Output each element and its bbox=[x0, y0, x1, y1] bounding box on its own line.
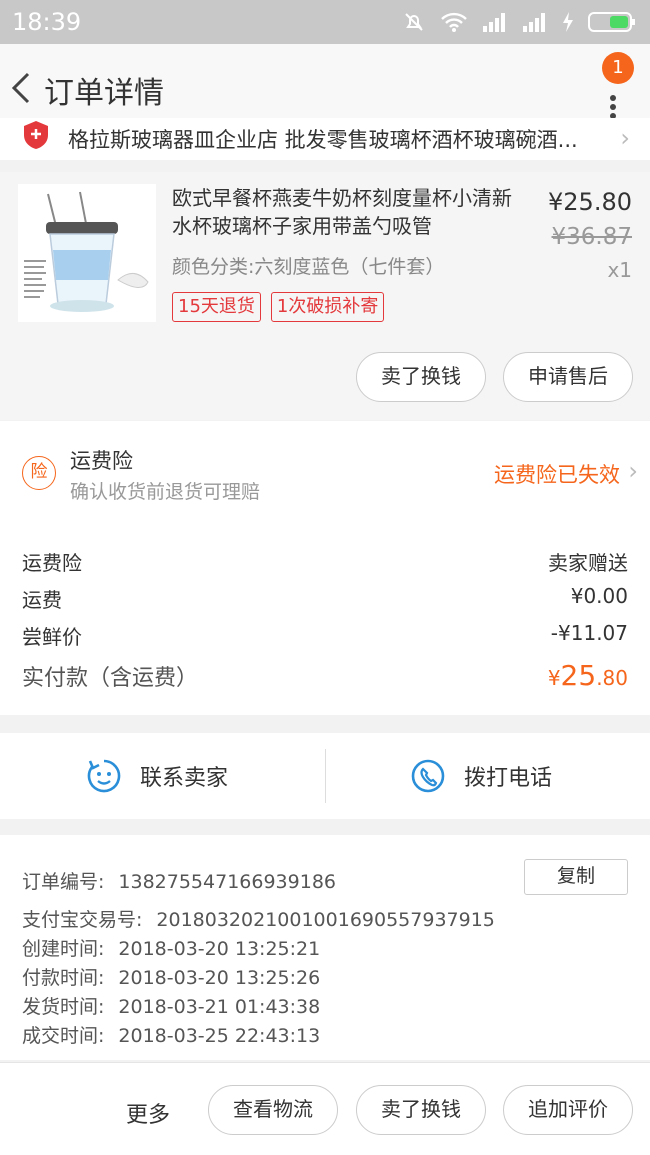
sell-button-bottom[interactable]: 卖了换钱 bbox=[356, 1085, 486, 1135]
shipped-time-row: 发货时间: 2018-03-21 01:43:38 bbox=[22, 992, 320, 1019]
insurance-icon: 险 bbox=[22, 456, 56, 490]
signal-icon-2 bbox=[523, 13, 545, 32]
shop-shield-icon bbox=[24, 121, 48, 149]
total-label: 实付款（含运费） bbox=[22, 666, 199, 691]
info-value: 138275547166939186 bbox=[118, 871, 336, 893]
fee-value: ¥0.00 bbox=[570, 584, 628, 608]
status-icons bbox=[402, 10, 636, 34]
total-price: ¥25.80 bbox=[548, 659, 628, 692]
fee-row: 尝鲜价 -¥11.07 bbox=[22, 621, 628, 650]
total-row: 实付款（含运费） ¥25.80 bbox=[22, 659, 628, 692]
service-tags: 15天退货 1次破损补寄 bbox=[172, 292, 385, 322]
fee-label: 尝鲜价 bbox=[22, 625, 82, 649]
contact-seller-button[interactable]: 联系卖家 bbox=[86, 733, 228, 819]
glass-cup-icon bbox=[18, 184, 156, 322]
tag-damage-resend: 1次破损补寄 bbox=[270, 292, 385, 322]
fee-row: 运费 ¥0.00 bbox=[22, 584, 628, 613]
mute-bell-icon bbox=[405, 13, 423, 31]
total-decimal: .80 bbox=[596, 666, 628, 690]
info-label: 发货时间: bbox=[22, 996, 105, 1018]
info-value: 2018-03-21 01:43:38 bbox=[118, 996, 321, 1018]
info-value: 2018032021001001690557937915 bbox=[156, 909, 495, 931]
contact-bar: 联系卖家 拨打电话 bbox=[0, 733, 650, 819]
sell-button[interactable]: 卖了换钱 bbox=[356, 352, 486, 402]
status-time: 18:39 bbox=[12, 8, 82, 36]
chevron-right-icon: › bbox=[628, 457, 638, 485]
product-original-price: ¥36.87 bbox=[551, 224, 632, 250]
product-title[interactable]: 欧式早餐杯燕麦牛奶杯刻度量杯小清新水杯玻璃杯子家用带盖勺吸管 bbox=[172, 184, 528, 240]
product-sku: 颜色分类:六刻度蓝色（七件套） bbox=[172, 256, 445, 278]
page-title: 订单详情 bbox=[44, 76, 164, 111]
more-button[interactable]: 更多 bbox=[126, 1097, 170, 1129]
info-value: 2018-03-20 13:25:21 bbox=[118, 938, 321, 960]
fee-row: 运费险 卖家赠送 bbox=[22, 547, 628, 576]
insurance-status[interactable]: 运费险已失效 bbox=[494, 459, 620, 489]
tag-return-days: 15天退货 bbox=[172, 292, 261, 322]
chevron-right-icon: › bbox=[620, 124, 630, 152]
shop-row[interactable]: 格拉斯玻璃器皿企业店 批发零售玻璃杯酒杯玻璃碗酒... › bbox=[0, 118, 650, 160]
charging-icon bbox=[563, 12, 573, 32]
fee-value: 卖家赠送 bbox=[548, 551, 628, 575]
info-label: 创建时间: bbox=[22, 938, 105, 960]
contact-seller-label: 联系卖家 bbox=[140, 766, 229, 791]
fee-label: 运费 bbox=[22, 588, 62, 612]
info-label: 付款时间: bbox=[22, 967, 105, 989]
fee-label: 运费险 bbox=[22, 551, 82, 575]
info-label: 支付宝交易号: bbox=[22, 909, 143, 931]
copy-button[interactable]: 复制 bbox=[524, 859, 628, 895]
info-value: 2018-03-20 13:25:26 bbox=[118, 967, 321, 989]
info-label: 订单编号: bbox=[22, 871, 105, 893]
status-bar: 18:39 bbox=[0, 0, 650, 44]
product-quantity: x1 bbox=[607, 258, 632, 282]
chat-face-icon bbox=[87, 759, 121, 793]
insurance-subtitle: 确认收货前退货可理赔 bbox=[70, 481, 261, 503]
add-review-button[interactable]: 追加评价 bbox=[503, 1085, 633, 1135]
after-sale-button[interactable]: 申请售后 bbox=[503, 352, 633, 402]
call-label: 拨打电话 bbox=[464, 766, 553, 791]
info-value: 2018-03-25 22:43:13 bbox=[118, 1025, 321, 1047]
total-integer: 25 bbox=[560, 659, 597, 692]
info-label: 成交时间: bbox=[22, 1025, 105, 1047]
fee-value: -¥11.07 bbox=[550, 621, 628, 645]
back-icon[interactable] bbox=[6, 66, 38, 110]
call-button[interactable]: 拨打电话 bbox=[410, 733, 552, 819]
phone-icon bbox=[411, 759, 445, 793]
created-time-row: 创建时间: 2018-03-20 13:25:21 bbox=[22, 934, 320, 961]
alipay-number-row: 支付宝交易号: 2018032021001001690557937915 bbox=[22, 905, 495, 932]
paid-time-row: 付款时间: 2018-03-20 13:25:26 bbox=[22, 963, 320, 990]
product-image[interactable] bbox=[18, 184, 156, 322]
signal-icon bbox=[483, 13, 505, 32]
total-currency: ¥ bbox=[547, 666, 561, 690]
notification-badge: 1 bbox=[602, 52, 634, 84]
battery-icon bbox=[588, 12, 635, 32]
product-price: ¥25.80 bbox=[548, 188, 632, 216]
wifi-icon bbox=[441, 12, 467, 32]
order-number-row: 订单编号: 138275547166939186 bbox=[22, 867, 336, 894]
order-info: 订单编号: 138275547166939186 复制 支付宝交易号: 201803… bbox=[0, 835, 650, 1060]
bottom-action-bar: 更多 查看物流 卖了换钱 追加评价 bbox=[0, 1062, 650, 1155]
view-logistics-button[interactable]: 查看物流 bbox=[208, 1085, 338, 1135]
divider bbox=[325, 749, 326, 803]
insurance-and-fees: 险 运费险 确认收货前退货可理赔 运费险已失效 › 运费险 卖家赠送 运费 ¥0… bbox=[0, 421, 650, 715]
product-card: 欧式早餐杯燕麦牛奶杯刻度量杯小清新水杯玻璃杯子家用带盖勺吸管 颜色分类:六刻度蓝… bbox=[0, 172, 650, 420]
deal-time-row: 成交时间: 2018-03-25 22:43:13 bbox=[22, 1021, 320, 1048]
insurance-title: 运费险 bbox=[70, 449, 133, 473]
shop-name: 格拉斯玻璃器皿企业店 批发零售玻璃杯酒杯玻璃碗酒... bbox=[68, 128, 578, 152]
